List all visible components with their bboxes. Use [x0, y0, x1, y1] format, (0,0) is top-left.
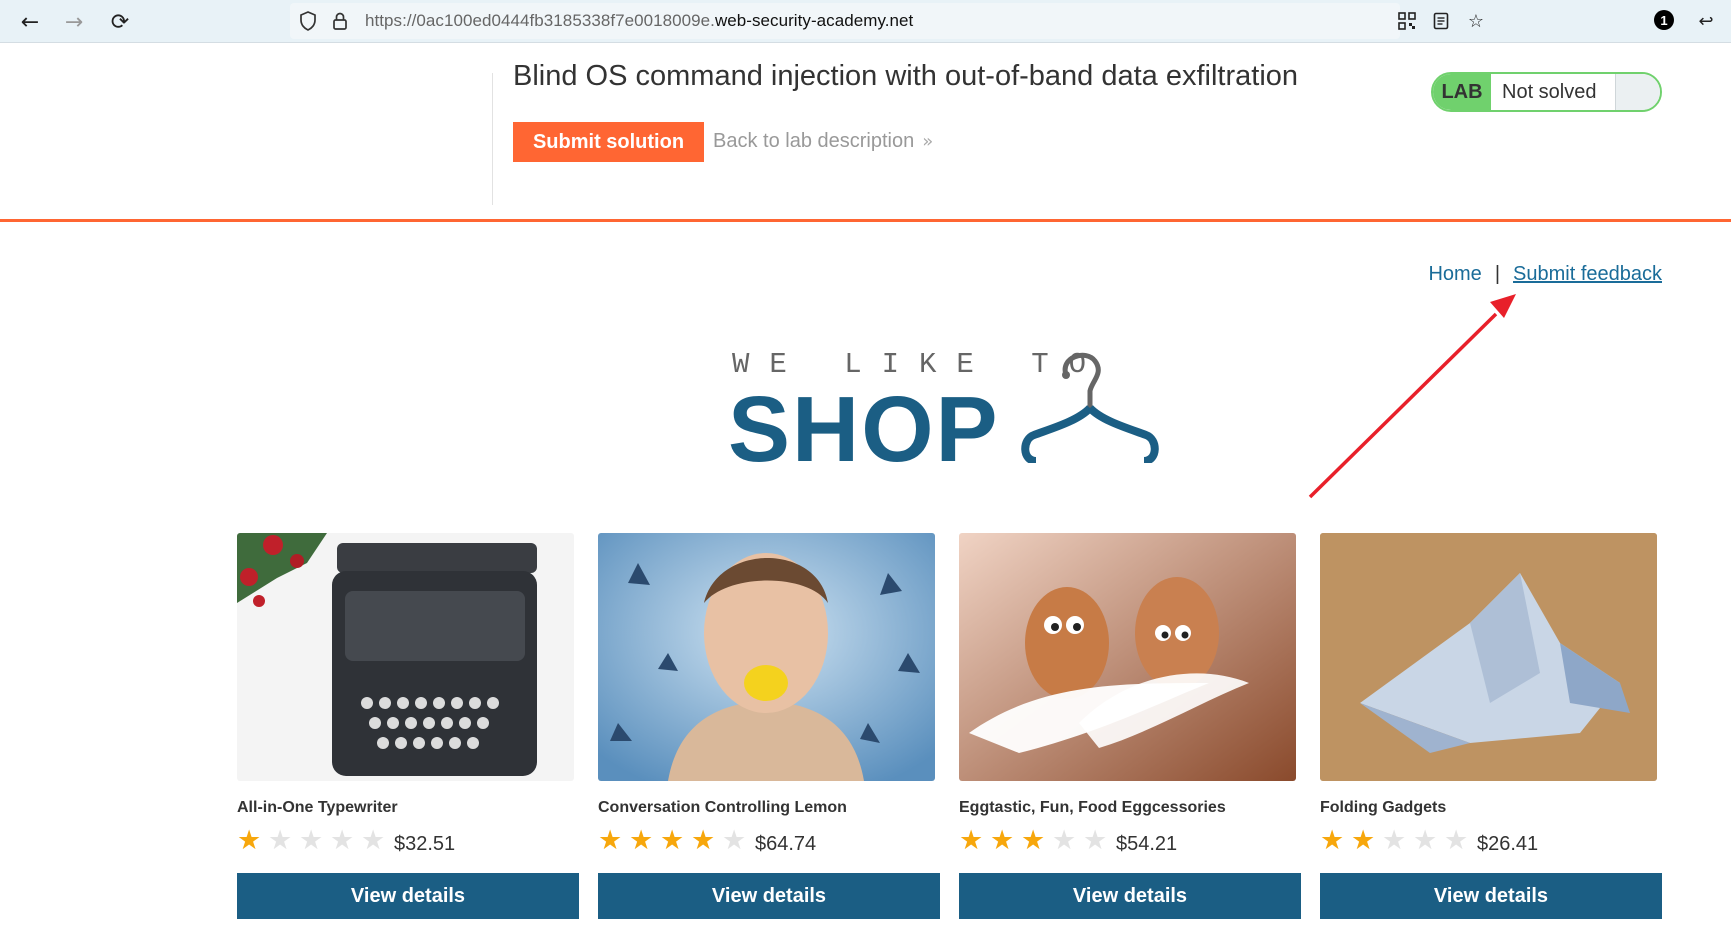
- site-nav: Home | Submit feedback: [1428, 263, 1662, 286]
- star-empty-icon: ★: [1083, 825, 1108, 856]
- star-empty-icon: ★: [268, 825, 293, 856]
- star-filled-icon: ★: [959, 825, 984, 856]
- lock-icon[interactable]: [328, 9, 352, 33]
- product-price: $32.51: [394, 833, 456, 855]
- qr-code-icon[interactable]: [1394, 8, 1420, 34]
- star-empty-icon: ★: [330, 825, 355, 856]
- url-text[interactable]: https://0ac100ed0444fb3185338f7e0018009e…: [365, 11, 913, 31]
- product-grid: All-in-One Typewriter ★ ★ ★ ★ ★ $32.51 View …: [237, 533, 1662, 923]
- star-filled-icon: ★: [598, 825, 623, 856]
- product-name: Conversation Controlling Lemon: [598, 799, 847, 816]
- back-to-lab-description-link[interactable]: Back to lab description »: [713, 130, 933, 153]
- notification-badge[interactable]: 1: [1654, 10, 1674, 30]
- product-image-origami[interactable]: [1320, 533, 1657, 781]
- logo-wordmark: SHOP: [728, 377, 1000, 481]
- star-filled-icon: ★: [1021, 825, 1046, 856]
- product-name: Eggtastic, Fun, Food Eggcessories: [959, 799, 1226, 816]
- product-image-typewriter[interactable]: [237, 533, 574, 781]
- star-empty-icon: ★: [299, 825, 324, 856]
- lab-header: Blind OS command injection with out-of-b…: [0, 43, 1731, 222]
- star-empty-icon: ★: [722, 825, 747, 856]
- lab-status-widget: LAB Not solved: [1431, 72, 1662, 112]
- product-rating: ★ ★ ★ ★ ★: [237, 826, 392, 856]
- star-empty-icon: ★: [361, 825, 386, 856]
- view-details-button[interactable]: View details: [598, 873, 940, 919]
- star-filled-icon: ★: [1320, 825, 1345, 856]
- nav-separator: |: [1494, 263, 1501, 285]
- browser-toolbar: ← → ⟳ https://0ac100ed0444fb3185338f7e00…: [0, 0, 1731, 43]
- star-filled-icon: ★: [237, 825, 262, 856]
- product-name: Folding Gadgets: [1320, 799, 1447, 816]
- star-empty-icon: ★: [1444, 825, 1469, 856]
- product-image-eggs[interactable]: [959, 533, 1296, 781]
- back-arrow-icon[interactable]: ←: [16, 8, 44, 36]
- product-name: All-in-One Typewriter: [237, 799, 398, 816]
- product-price: $26.41: [1477, 833, 1539, 855]
- star-filled-icon: ★: [660, 825, 685, 856]
- star-filled-icon: ★: [990, 825, 1015, 856]
- forward-arrow-icon[interactable]: →: [60, 8, 88, 36]
- lab-status-value: Not solved: [1502, 81, 1597, 103]
- product-rating: ★ ★ ★ ★ ★: [598, 826, 753, 856]
- reload-icon[interactable]: ⟳: [106, 8, 134, 36]
- reply-arrow-icon[interactable]: ↩: [1693, 8, 1719, 34]
- product-image-lemon[interactable]: [598, 533, 935, 781]
- view-details-button[interactable]: View details: [1320, 873, 1662, 919]
- view-details-button[interactable]: View details: [959, 873, 1301, 919]
- bookmark-star-icon[interactable]: ☆: [1463, 8, 1489, 34]
- lab-status-toggle[interactable]: [1615, 74, 1660, 110]
- lab-title: Blind OS command injection with out-of-b…: [513, 60, 1299, 92]
- reader-view-icon[interactable]: [1428, 8, 1454, 34]
- back-link-label: Back to lab description: [713, 130, 915, 152]
- star-empty-icon: ★: [1413, 825, 1438, 856]
- star-filled-icon: ★: [691, 825, 716, 856]
- product-price: $54.21: [1116, 833, 1178, 855]
- star-filled-icon: ★: [1351, 825, 1376, 856]
- star-filled-icon: ★: [629, 825, 654, 856]
- submit-feedback-link[interactable]: Submit feedback: [1513, 263, 1662, 285]
- star-empty-icon: ★: [1382, 825, 1407, 856]
- hanger-icon: [1021, 352, 1159, 463]
- address-bar[interactable]: https://0ac100ed0444fb3185338f7e0018009e…: [290, 3, 1400, 39]
- header-divider: [492, 73, 493, 205]
- shield-icon[interactable]: [296, 9, 320, 33]
- product-rating: ★ ★ ★ ★ ★: [959, 826, 1114, 856]
- submit-solution-button[interactable]: Submit solution: [513, 122, 704, 162]
- home-link[interactable]: Home: [1428, 263, 1481, 285]
- double-chevron-right-icon: »: [922, 131, 934, 152]
- url-prefix: https://0ac100ed0444fb3185338f7e0018009e…: [365, 11, 715, 30]
- lab-status-tag: LAB: [1433, 74, 1491, 110]
- url-domain: web-security-academy.net: [714, 11, 914, 30]
- product-rating: ★ ★ ★ ★ ★: [1320, 826, 1475, 856]
- product-price: $64.74: [755, 833, 817, 855]
- star-empty-icon: ★: [1052, 825, 1077, 856]
- view-details-button[interactable]: View details: [237, 873, 579, 919]
- shop-logo: WE LIKE TO SHOP: [728, 348, 1168, 481]
